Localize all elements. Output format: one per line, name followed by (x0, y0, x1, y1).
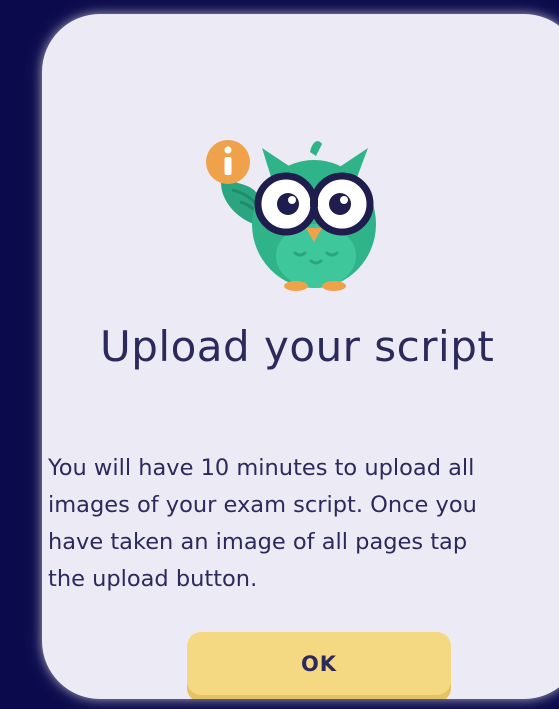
dialog-title: Upload your script (100, 322, 495, 371)
dialog-message: You will have 10 minutes to upload all i… (48, 455, 477, 592)
owl-mascot-icon (206, 140, 376, 291)
info-icon (206, 140, 250, 184)
ok-button[interactable]: OK (187, 632, 451, 699)
upload-script-dialog: Upload your script You will have 10 minu… (42, 14, 559, 699)
